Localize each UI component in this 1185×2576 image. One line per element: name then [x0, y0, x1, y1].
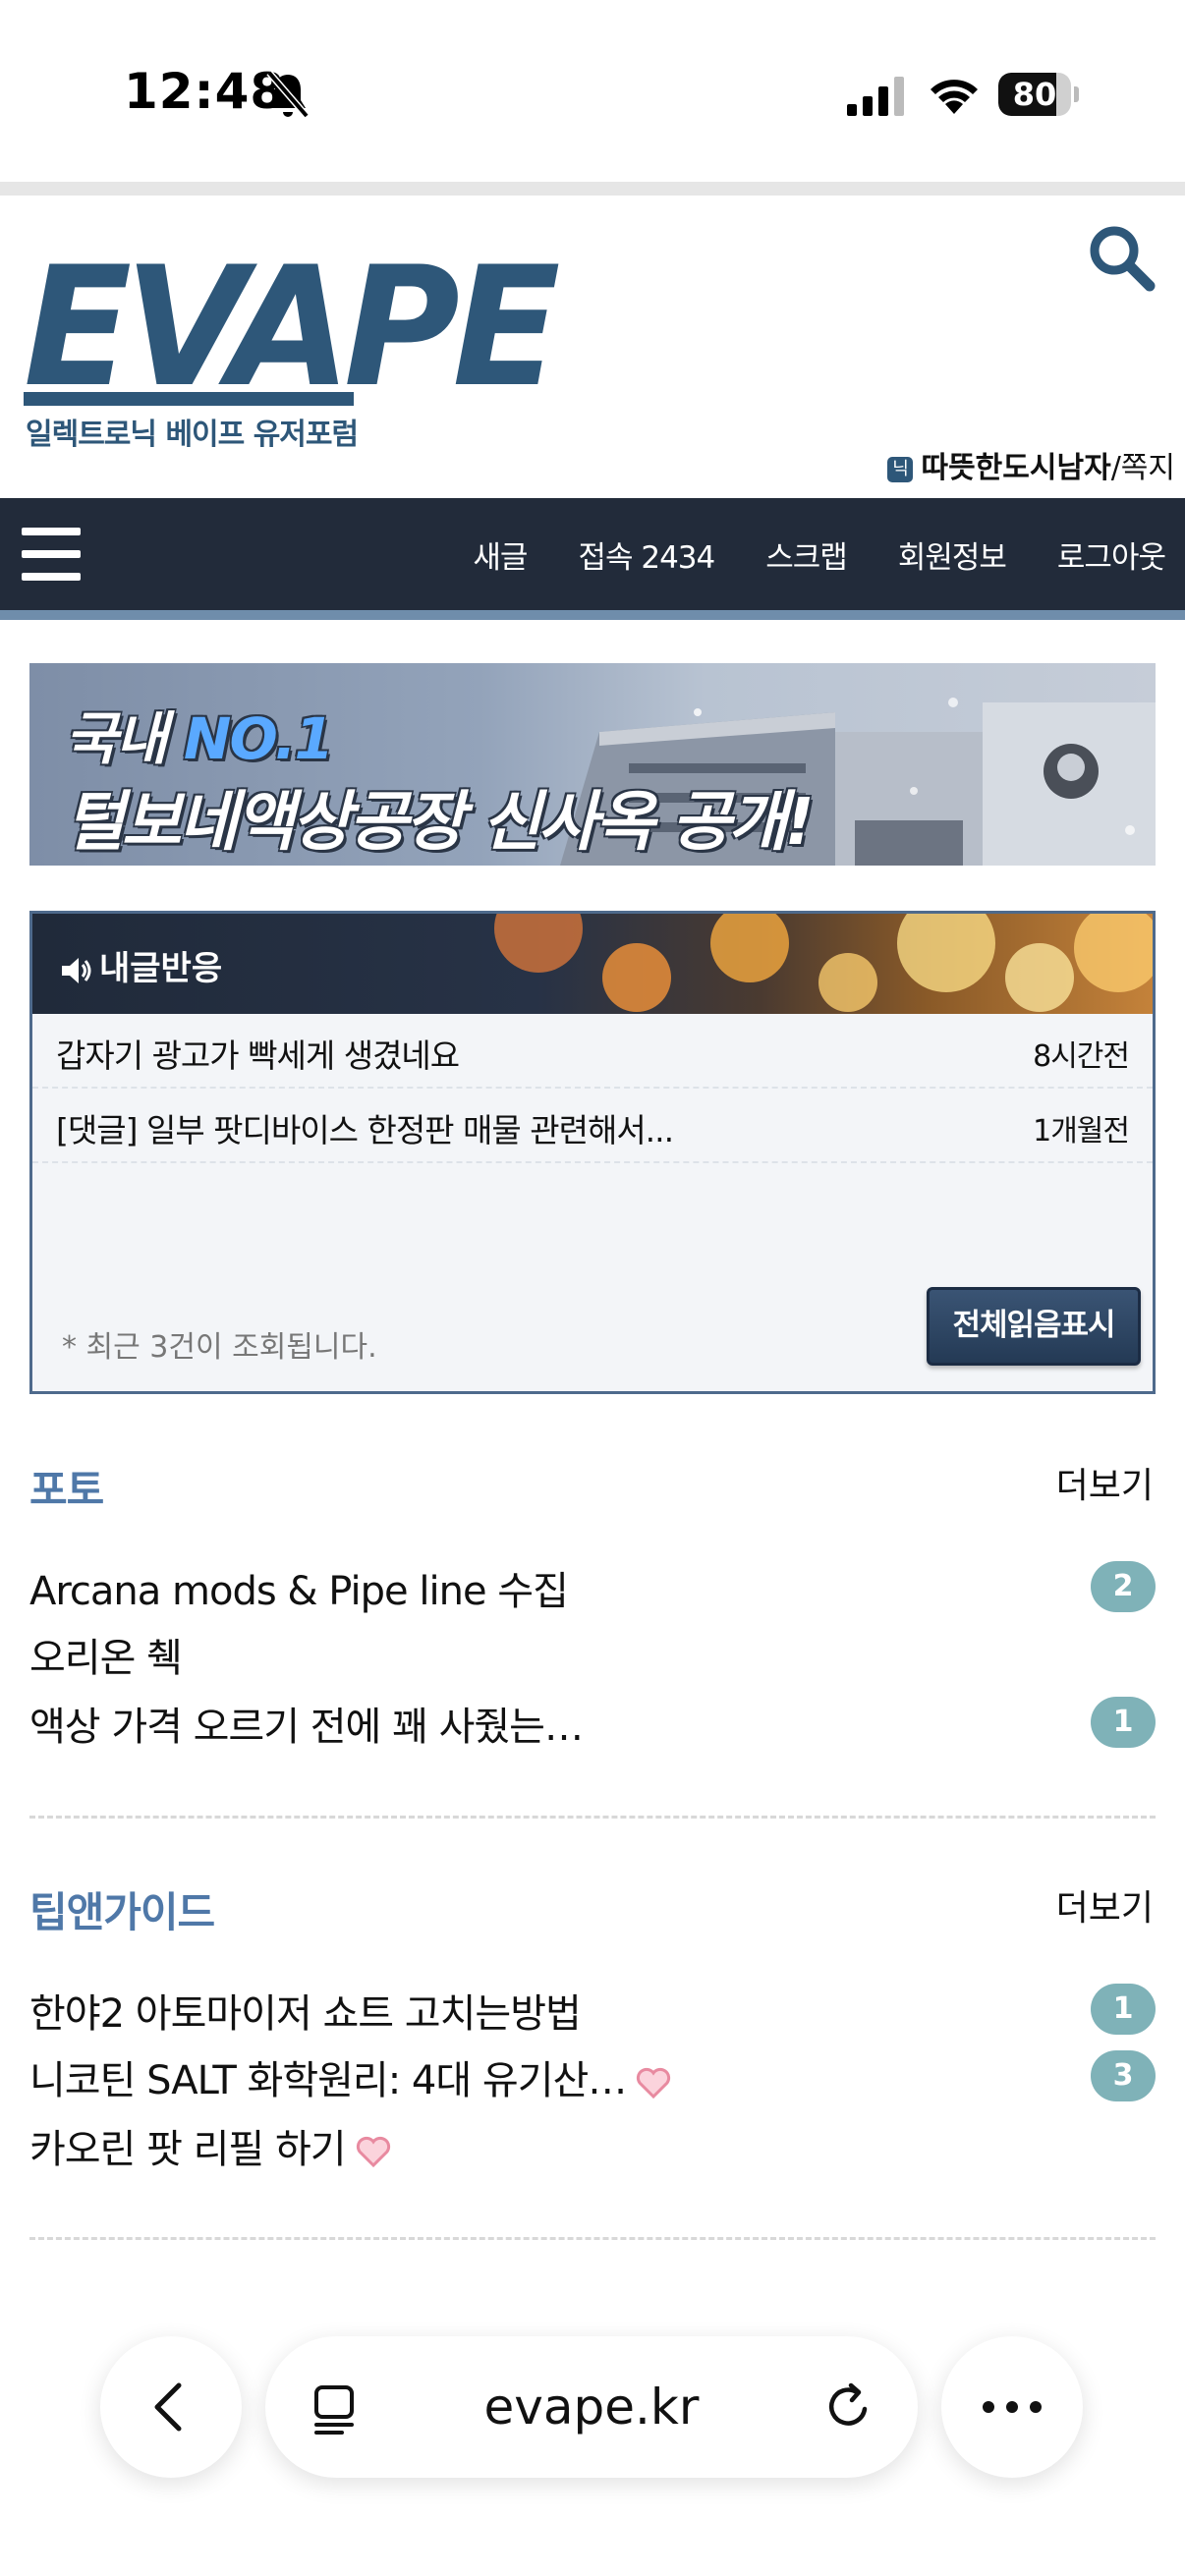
- tips-section: 팁앤가이드 더보기 한야2 아토마이저 쇼트 고치는방법 1 니코틴 SALT …: [29, 1879, 1156, 2194]
- comment-count-badge: 2: [1091, 1561, 1156, 1612]
- list-item[interactable]: Arcana mods & Pipe line 수집 2: [29, 1553, 1156, 1618]
- heart-icon: [356, 2136, 390, 2167]
- section-title[interactable]: 팁앤가이드: [29, 1879, 215, 1939]
- post-title: 액상 가격 오르기 전에 꽤 사줬는…: [29, 1705, 584, 1750]
- my-post-reactions: 내글반응 갑자기 광고가 빡세게 생겼네요 8시간전 [댓글] 일부 팟디바이스…: [29, 911, 1156, 1394]
- banner-headline-2: 털보네액상공장 신사옥 공개!: [65, 784, 815, 860]
- promo-banner[interactable]: 국내 NO.1 털보네액상공장 신사옥 공개!: [29, 663, 1156, 866]
- username-link[interactable]: 따뜻한도시남자: [921, 451, 1110, 485]
- nav-scrap[interactable]: 스크랩: [765, 532, 848, 577]
- list-item[interactable]: 니코틴 SALT 화학원리: 4대 유기산… 3: [29, 2043, 1156, 2107]
- comment-count-badge: 1: [1091, 1984, 1156, 2035]
- comment-count-badge: 3: [1091, 2050, 1156, 2101]
- status-time: 12:48: [124, 63, 286, 120]
- chevron-left-icon: [154, 2382, 182, 2432]
- reaction-text: 갑자기 광고가 빡세게 생겼네요: [56, 1036, 460, 1075]
- reaction-item[interactable]: [댓글] 일부 팟디바이스 한정판 매물 관련해서... 1개월전: [32, 1089, 1153, 1163]
- silent-bell-icon: [266, 70, 310, 119]
- reactions-note: * 최근 3건이 조회됩니다.: [62, 1330, 377, 1365]
- status-bar: 12:48 80: [0, 0, 1185, 182]
- post-title: 카오린 팟 리필 하기: [29, 2117, 391, 2174]
- nav-logout[interactable]: 로그아웃: [1057, 532, 1166, 577]
- nickname-badge-icon: 닉: [887, 456, 914, 482]
- logo-wordmark: EVAPE: [24, 231, 561, 423]
- user-info: 닉 따뜻한도시남자/쪽지: [887, 443, 1175, 486]
- ellipsis-icon: [983, 2401, 1042, 2413]
- nav-new-posts[interactable]: 새글: [473, 532, 528, 577]
- post-title: Arcana mods & Pipe line 수집: [29, 1569, 569, 1614]
- nav-links: 새글 접속 2434 스크랩 회원정보 로그아웃: [443, 498, 1185, 610]
- cellular-signal-icon: [847, 77, 904, 116]
- reactions-header: 내글반응: [32, 914, 1153, 1014]
- nav-member-info[interactable]: 회원정보: [898, 532, 1007, 577]
- address-bar[interactable]: evape.kr: [265, 2336, 918, 2478]
- reaction-time: 8시간전: [1033, 1039, 1130, 1074]
- more-link[interactable]: 더보기: [1056, 1457, 1154, 1508]
- menu-icon[interactable]: [22, 528, 81, 581]
- list-item[interactable]: 카오린 팟 리필 하기: [29, 2111, 1156, 2176]
- section-title[interactable]: 포토: [29, 1457, 104, 1517]
- reactions-title: 내글반응: [60, 941, 222, 989]
- post-title: 한야2 아토마이저 쇼트 고치는방법: [29, 1991, 582, 2037]
- nav-accent-bar: [0, 610, 1185, 620]
- banner-headline-1: 국내 NO.1: [65, 705, 334, 772]
- site-logo[interactable]: EVAPE 일렉트로닉 베이프 유저포럼: [24, 243, 561, 452]
- reaction-text: [댓글] 일부 팟디바이스 한정판 매물 관련해서...: [56, 1111, 674, 1149]
- post-title: 니코틴 SALT 화학원리: 4대 유기산…: [29, 2048, 671, 2105]
- reaction-item[interactable]: 갑자기 광고가 빡세게 생겼네요 8시간전: [32, 1014, 1153, 1089]
- comment-count-badge: 1: [1091, 1697, 1156, 1748]
- battery-level: 80: [1012, 76, 1057, 113]
- search-icon[interactable]: [1085, 221, 1159, 296]
- list-item[interactable]: 오리온 췍: [29, 1620, 1156, 1685]
- battery-icon: 80: [998, 73, 1079, 116]
- logo-subtitle: 일렉트로닉 베이프 유저포럼: [26, 418, 359, 452]
- section-divider: [29, 2237, 1156, 2240]
- reaction-time: 1개월전: [1033, 1114, 1130, 1148]
- more-link[interactable]: 더보기: [1056, 1879, 1154, 1931]
- post-title: 오리온 췍: [29, 1636, 183, 1681]
- list-item[interactable]: 액상 가격 오르기 전에 꽤 사줬는… 1: [29, 1689, 1156, 1754]
- nav-online-count[interactable]: 접속 2434: [578, 532, 715, 577]
- speaker-icon: [62, 957, 91, 983]
- photo-section: 포토 더보기 Arcana mods & Pipe line 수집 2 오리온 …: [29, 1457, 1156, 1771]
- main-nav: 새글 접속 2434 스크랩 회원정보 로그아웃: [0, 498, 1185, 610]
- logo-underline: [24, 392, 354, 406]
- more-options-button[interactable]: [941, 2336, 1083, 2478]
- mark-all-read-button[interactable]: 전체읽음표시: [927, 1287, 1141, 1366]
- wifi-icon: [931, 80, 978, 114]
- page-top-divider: [0, 182, 1185, 196]
- url-text: evape.kr: [483, 2379, 700, 2436]
- message-link[interactable]: /쪽지: [1111, 451, 1175, 485]
- list-item[interactable]: 한야2 아토마이저 쇼트 고치는방법 1: [29, 1976, 1156, 2041]
- section-divider: [29, 1816, 1156, 1819]
- back-button[interactable]: [100, 2336, 242, 2478]
- site-header: EVAPE 일렉트로닉 베이프 유저포럼 닉 따뜻한도시남자/쪽지: [0, 196, 1185, 498]
- heart-icon: [637, 2067, 671, 2099]
- reload-icon[interactable]: [821, 2380, 876, 2435]
